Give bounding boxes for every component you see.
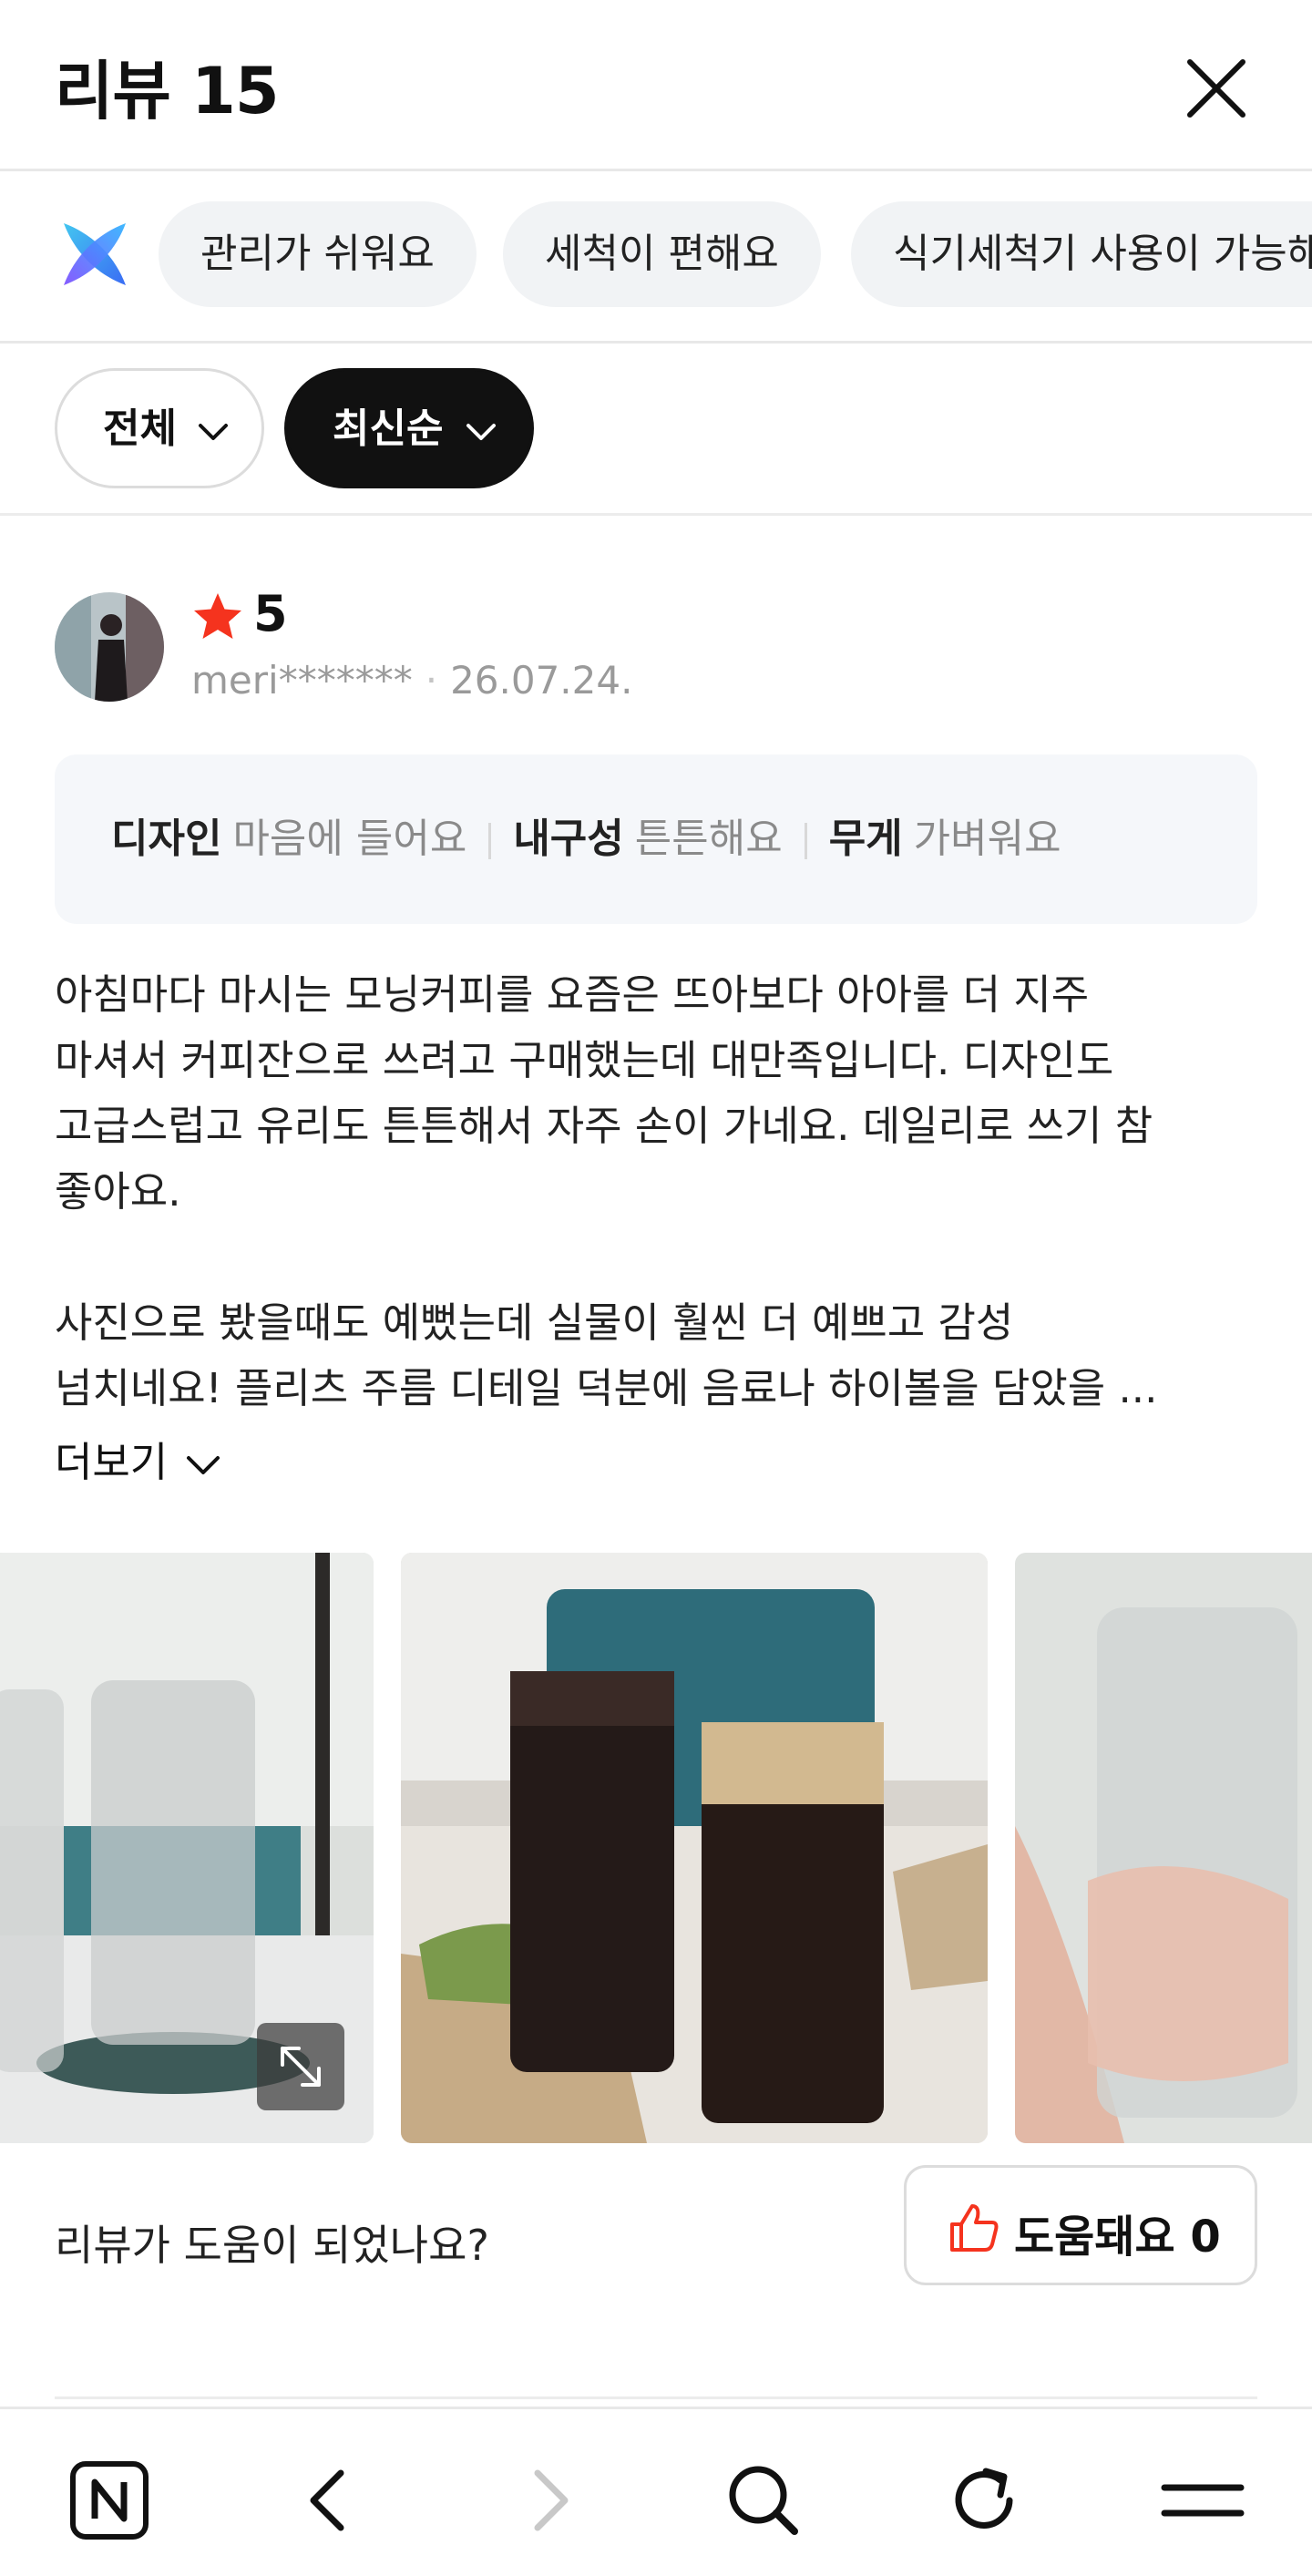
meta-separator: · [425, 658, 438, 703]
page-title: 리뷰 15 [55, 54, 280, 128]
avatar [55, 592, 164, 702]
keyword-chip-bar: 관리가 쉬워요 세척이 편해요 식기세척기 사용이 가능해요 [0, 174, 1312, 344]
close-button[interactable] [1175, 47, 1257, 129]
attribute-key: 디자인 [111, 816, 222, 862]
filter-bar: 전체 최신순 [0, 346, 1312, 516]
author-name: meri******* [191, 658, 413, 703]
keyword-chip[interactable]: 관리가 쉬워요 [159, 201, 477, 307]
review-photo[interactable] [401, 1553, 988, 2143]
attribute-value: 튼튼해요 [634, 816, 783, 862]
photo-carousel[interactable] [0, 1553, 1312, 2143]
rating-value: 5 [253, 585, 288, 642]
ai-summary-logo-icon [56, 216, 133, 292]
expand-photo-button[interactable] [257, 2023, 344, 2110]
search-icon[interactable] [720, 2457, 807, 2544]
helpful-button[interactable]: 도움돼요 0 [904, 2165, 1257, 2285]
attribute-key: 무게 [828, 816, 903, 862]
attribute-value: 마음에 들어요 [232, 816, 467, 862]
forward-arrow-icon [507, 2457, 594, 2544]
refresh-icon[interactable] [940, 2457, 1028, 2544]
browser-navbar [0, 2407, 1312, 2576]
star-icon [194, 593, 241, 639]
thumbs-up-icon [950, 2204, 999, 2252]
helpful-text: 도움돼요 [1014, 2212, 1175, 2263]
chevron-down-icon [199, 424, 228, 440]
attribute-summary: 디자인 마음에 들어요 내구성 튼튼해요 무게 가벼워요 [55, 754, 1257, 924]
attribute-divider [488, 823, 492, 859]
filter-all-label: 전체 [103, 405, 177, 452]
review-meta: meri******* · 26.07.24. [191, 658, 632, 703]
menu-icon[interactable] [1159, 2457, 1246, 2544]
chevron-down-icon [466, 424, 496, 440]
chevron-down-icon [186, 1456, 220, 1474]
review-divider [55, 2396, 1257, 2399]
read-more-button[interactable]: 더보기 [55, 1429, 221, 1488]
helpful-label: 도움돼요 0 [1014, 2201, 1221, 2264]
attribute-value: 가벼워요 [913, 816, 1061, 862]
filter-all-dropdown[interactable]: 전체 [55, 368, 264, 488]
close-icon [1187, 59, 1245, 118]
keyword-chip[interactable]: 세척이 편해요 [503, 201, 821, 307]
review-date: 26.07.24. [450, 658, 633, 703]
back-arrow-icon[interactable] [284, 2457, 372, 2544]
sort-label: 최신순 [333, 405, 444, 452]
helpful-question: 리뷰가 도움이 되었나요? [55, 2221, 489, 2270]
helpful-count: 0 [1190, 2212, 1221, 2263]
review-header: 리뷰 15 [0, 0, 1312, 171]
expand-icon [281, 2047, 321, 2087]
attribute-key: 내구성 [513, 816, 624, 862]
attribute-divider [804, 823, 807, 859]
review-photo[interactable] [1015, 1553, 1312, 2143]
keyword-chip[interactable]: 식기세척기 사용이 가능해요 [851, 201, 1312, 307]
sort-dropdown[interactable]: 최신순 [284, 368, 534, 488]
naver-home-icon[interactable] [66, 2457, 153, 2544]
review-body-text: 아침마다 마시는 모닝커피를 요즘은 뜨아보다 아아를 더 지주 마셔서 커피잔… [55, 970, 1158, 1412]
read-more-label: 더보기 [55, 1438, 169, 1486]
